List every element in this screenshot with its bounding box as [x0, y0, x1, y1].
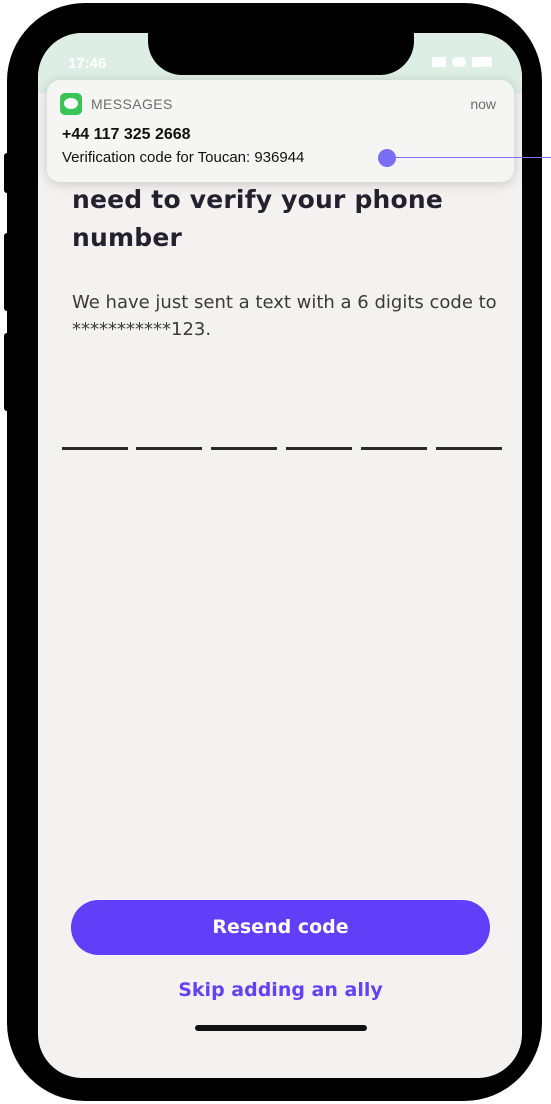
status-icons — [432, 57, 492, 67]
notification-time: now — [470, 96, 496, 112]
home-indicator[interactable] — [195, 1025, 367, 1031]
notification-app-name: MESSAGES — [91, 96, 173, 112]
wifi-icon — [452, 57, 466, 67]
code-slot[interactable] — [136, 447, 202, 450]
volume-down-button — [4, 333, 12, 411]
notification-sender: +44 117 325 2668 — [62, 126, 191, 143]
battery-icon — [472, 57, 492, 67]
signal-icon — [432, 57, 446, 67]
code-slot[interactable] — [361, 447, 427, 450]
title-line: number — [72, 223, 183, 252]
annotation-pointer-line — [386, 157, 551, 158]
title-line: need to verify your phone — [72, 185, 444, 214]
resend-code-button[interactable]: Resend code — [71, 900, 490, 955]
screen: 17:46 need to verify your phone number W… — [38, 33, 522, 1078]
messages-icon — [60, 93, 82, 115]
notch — [148, 3, 414, 75]
code-slot[interactable] — [211, 447, 277, 450]
notification-body: Verification code for Toucan: 936944 — [62, 149, 305, 166]
code-input[interactable] — [62, 447, 502, 455]
skip-adding-ally-link[interactable]: Skip adding an ally — [71, 979, 490, 1001]
code-slot[interactable] — [436, 447, 502, 450]
mute-switch — [4, 153, 12, 193]
page-title: need to verify your phone number — [72, 181, 492, 257]
code-slot[interactable] — [62, 447, 128, 450]
message-notification[interactable]: MESSAGES now +44 117 325 2668 Verificati… — [47, 80, 514, 182]
code-slot[interactable] — [286, 447, 352, 450]
annotation-pointer-dot — [378, 149, 396, 167]
volume-up-button — [4, 233, 12, 311]
status-time: 17:46 — [68, 55, 107, 72]
description-text: We have just sent a text with a 6 digits… — [72, 292, 497, 340]
